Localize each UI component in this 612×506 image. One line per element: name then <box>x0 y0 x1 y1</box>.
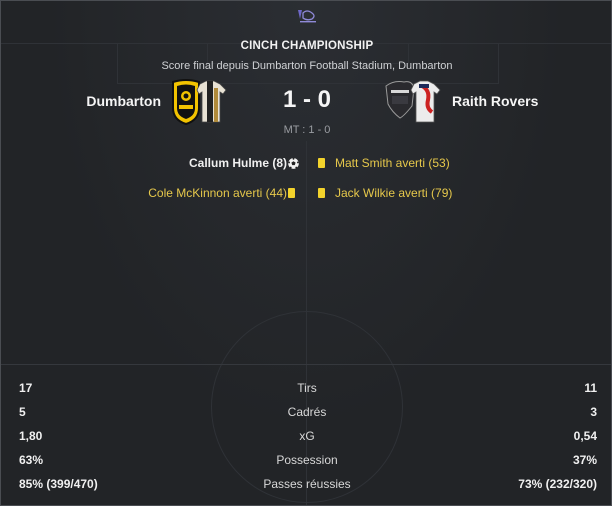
stat-row-possession: 63% Possession 37% <box>1 453 611 473</box>
stat-row-on-target: 5 Cadrés 3 <box>1 405 611 425</box>
competition-logo <box>298 10 316 23</box>
stat-away-value: 73% (232/320) <box>518 477 597 491</box>
stat-label: xG <box>299 429 315 443</box>
yellow-card-icon <box>318 158 325 168</box>
match-subtitle: Score final depuis Dumbarton Football St… <box>161 60 453 72</box>
stat-label: Tirs <box>297 381 317 395</box>
away-event-yellow-card[interactable]: Jack Wilkie averti (79) <box>335 186 452 200</box>
stat-away-value: 3 <box>590 405 597 419</box>
stat-away-value: 0,54 <box>573 429 597 443</box>
yellow-card-icon <box>288 188 295 198</box>
yellow-card-icon <box>318 188 325 198</box>
away-event-yellow-card[interactable]: Matt Smith averti (53) <box>335 156 450 170</box>
stat-label: Cadrés <box>287 405 327 419</box>
stat-label: Possession <box>276 453 338 467</box>
home-event-yellow-card[interactable]: Cole McKinnon averti (44) <box>148 186 287 200</box>
stat-row-xg: 1,80 xG 0,54 <box>1 429 611 449</box>
match-summary-panel: CINCH CHAMPIONSHIP Score final depuis Du… <box>0 0 612 506</box>
football-icon <box>288 158 299 169</box>
away-team-name[interactable]: Raith Rovers <box>452 93 538 109</box>
stat-row-shots: 17 Tirs 11 <box>1 381 611 401</box>
competition-title[interactable]: CINCH CHAMPIONSHIP <box>1 40 611 52</box>
home-event-goal[interactable]: Callum Hulme (8) <box>189 156 287 170</box>
away-team-badge[interactable] <box>384 78 442 126</box>
half-time-score: MT : 1 - 0 <box>283 124 331 136</box>
stat-away-value: 11 <box>584 381 597 395</box>
stat-row-passes: 85% (399/470) Passes réussies 73% (232/3… <box>1 477 611 497</box>
stats-divider <box>1 364 611 365</box>
stat-away-value: 37% <box>572 453 597 467</box>
